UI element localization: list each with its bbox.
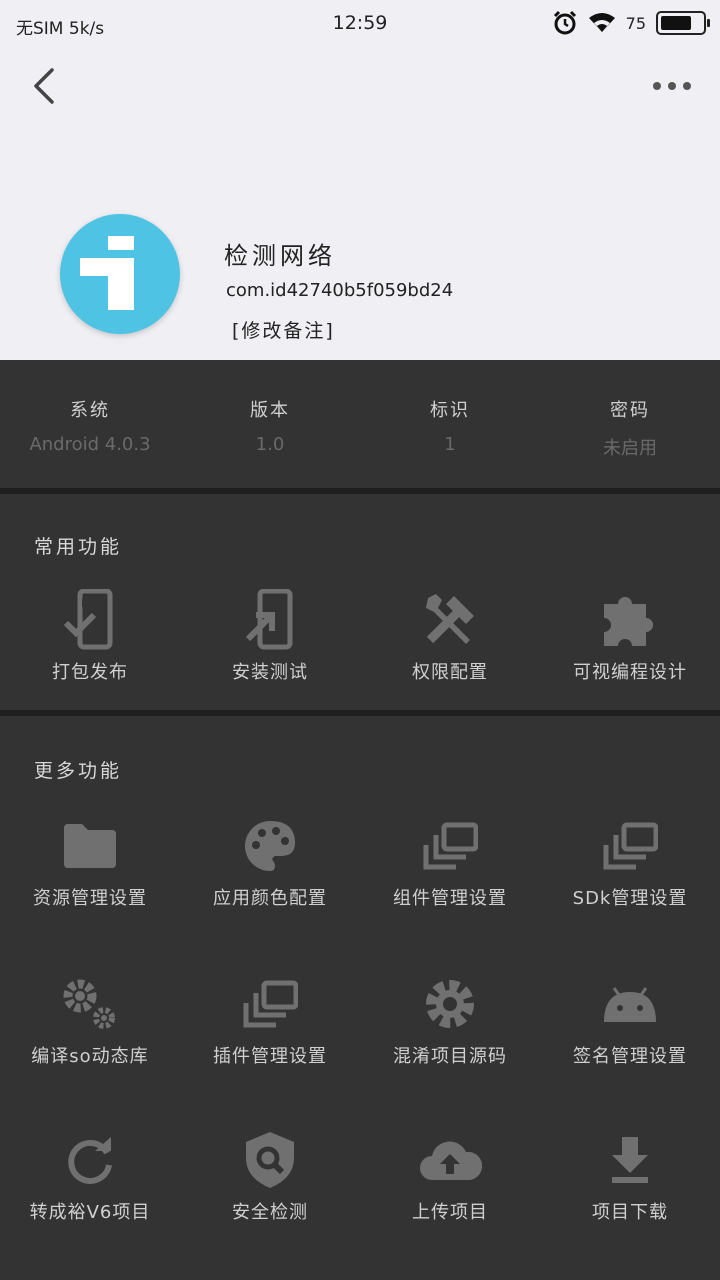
app-info-section: 系统 Android 4.0.3 版本 1.0 标识 1 密码 未启用 <box>0 360 720 488</box>
tile-component-management[interactable]: 组件管理设置 <box>360 814 540 910</box>
more-functions-panel: 更多功能 资源管理设置 应用颜色配置 组件管理设置 SDk管理设置 编译so动态… <box>0 716 720 1280</box>
phone-check-icon <box>63 589 113 650</box>
app-package: com.id42740b5f059bd24 <box>226 280 454 301</box>
info-label: 系统 <box>70 400 110 421</box>
tile-signature-management[interactable]: 签名管理设置 <box>540 972 720 1068</box>
stacked-windows-icon <box>243 980 298 1028</box>
tile-package-release[interactable]: 打包发布 <box>0 588 180 684</box>
stacked-windows-icon <box>603 822 658 870</box>
info-value: 未启用 <box>603 438 657 459</box>
gear-icon <box>426 980 474 1028</box>
info-value: Android 4.0.3 <box>29 434 151 455</box>
gears-icon <box>63 979 115 1029</box>
common-functions-panel: 常用功能 打包发布 安装测试 权限配置 可视编程设计 <box>0 494 720 710</box>
tile-label: 安全检测 <box>232 1202 308 1223</box>
battery-percent: 75 <box>625 13 646 33</box>
refresh-icon <box>68 1137 112 1184</box>
tile-label: 插件管理设置 <box>213 1046 327 1067</box>
puzzle-icon <box>604 597 653 646</box>
info-label: 密码 <box>610 400 650 421</box>
tile-install-test[interactable]: 安装测试 <box>180 588 360 684</box>
palette-icon <box>244 821 295 871</box>
tile-resource-management[interactable]: 资源管理设置 <box>0 814 180 910</box>
tile-upload-project[interactable]: 上传项目 <box>360 1128 540 1224</box>
tile-security-check[interactable]: 安全检测 <box>180 1128 360 1224</box>
tile-permission-config[interactable]: 权限配置 <box>360 588 540 684</box>
tile-label: 权限配置 <box>412 662 488 683</box>
tile-label: 上传项目 <box>412 1202 488 1223</box>
app-info-icon <box>60 214 180 334</box>
tile-label: 项目下载 <box>592 1202 668 1223</box>
battery-icon <box>656 11 710 35</box>
info-label: 版本 <box>250 400 290 421</box>
cloud-upload-icon <box>420 1141 482 1180</box>
more-functions-title: 更多功能 <box>34 760 123 782</box>
download-icon <box>612 1137 648 1183</box>
tile-compile-so[interactable]: 编译so动态库 <box>0 972 180 1068</box>
info-value: 1.0 <box>255 434 285 455</box>
tile-app-color-config[interactable]: 应用颜色配置 <box>180 814 360 910</box>
tile-visual-programming[interactable]: 可视编程设计 <box>540 588 720 684</box>
tile-label: 转成裕V6项目 <box>29 1202 151 1223</box>
info-id: 标识 1 <box>360 396 540 455</box>
tile-label: 混淆项目源码 <box>393 1046 507 1067</box>
status-bar: 无SIM 5k/s 12:59 75 <box>0 0 720 48</box>
tools-icon <box>426 594 474 644</box>
tile-sdk-management[interactable]: SDk管理设置 <box>540 814 720 910</box>
back-arrow-icon <box>34 68 54 104</box>
status-icons: 75 <box>552 10 710 36</box>
stacked-windows-icon <box>423 822 478 870</box>
tile-convert-v6[interactable]: 转成裕V6项目 <box>0 1128 180 1224</box>
info-password[interactable]: 密码 未启用 <box>540 396 720 460</box>
more-options-button[interactable] <box>648 70 696 102</box>
back-button[interactable] <box>24 62 64 110</box>
info-version: 版本 1.0 <box>180 396 360 455</box>
alarm-icon <box>552 10 578 36</box>
tile-label: 打包发布 <box>52 662 128 683</box>
info-value: 1 <box>444 434 456 455</box>
edit-note-link[interactable]: [修改备注] <box>232 316 335 343</box>
wifi-icon <box>588 12 616 34</box>
info-label: 标识 <box>430 400 470 421</box>
tile-label: 签名管理设置 <box>573 1046 687 1067</box>
tile-plugin-management[interactable]: 插件管理设置 <box>180 972 360 1068</box>
android-icon <box>604 987 656 1022</box>
shield-search-icon <box>246 1132 294 1188</box>
tile-label: 组件管理设置 <box>393 888 507 909</box>
tile-label: 可视编程设计 <box>573 662 687 683</box>
info-system: 系统 Android 4.0.3 <box>0 396 180 455</box>
app-name: 检测网络 <box>224 242 336 270</box>
tile-label: 应用颜色配置 <box>213 888 327 909</box>
app-header: 无SIM 5k/s 12:59 75 检测网络 com.id42740b5f05… <box>0 0 720 360</box>
tile-label: 安装测试 <box>232 662 308 683</box>
tile-label: 编译so动态库 <box>31 1046 149 1067</box>
tile-download-project[interactable]: 项目下载 <box>540 1128 720 1224</box>
tile-label: 资源管理设置 <box>33 888 147 909</box>
tile-obfuscate-source[interactable]: 混淆项目源码 <box>360 972 540 1068</box>
common-functions-title: 常用功能 <box>34 536 123 558</box>
more-horizontal-icon <box>653 82 691 90</box>
tile-label: SDk管理设置 <box>572 888 688 909</box>
folder-icon <box>64 824 116 868</box>
phone-install-icon <box>245 589 293 650</box>
